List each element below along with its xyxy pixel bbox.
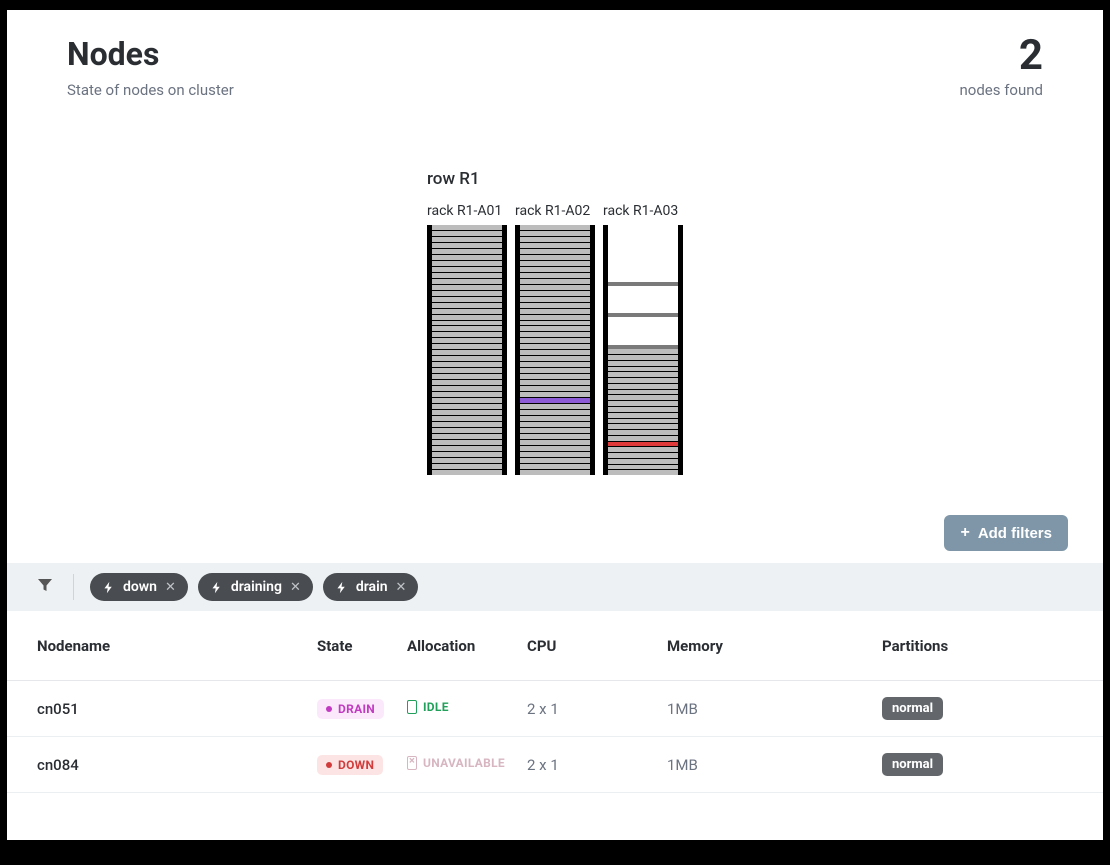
filter-chips: down ✕ draining ✕ drain ✕	[90, 573, 418, 601]
rack-column: rack R1-A02	[515, 203, 595, 475]
page-header: Nodes State of nodes on cluster 2 nodes …	[7, 10, 1103, 99]
filter-chip-label: drain	[356, 579, 388, 595]
memory-value: 1MB	[667, 700, 882, 718]
col-memory: Memory	[667, 637, 882, 655]
col-nodename: Nodename	[37, 637, 317, 655]
table-body: cn051 DRAIN IDLE 2 x 1 1MB normal cn084 …	[7, 681, 1103, 793]
rack-label: rack R1-A02	[515, 203, 595, 219]
page-subtitle: State of nodes on cluster	[67, 81, 234, 99]
rack-label: rack R1-A03	[603, 203, 683, 219]
cpu-value: 2 x 1	[527, 756, 667, 774]
rack-slot[interactable]	[608, 309, 678, 318]
rack-column: rack R1-A01	[427, 203, 507, 475]
rack-diagram: row R1 rack R1-A01 rack R1-A02 rack R1-A03	[7, 169, 1103, 475]
filter-icon	[37, 577, 53, 597]
bolt-icon	[210, 581, 223, 594]
table-header: Nodename State Allocation CPU Memory Par…	[7, 611, 1103, 681]
table-row: cn051 DRAIN IDLE 2 x 1 1MB normal	[7, 681, 1103, 737]
header-left: Nodes State of nodes on cluster	[67, 35, 234, 99]
rack-slot[interactable]	[520, 470, 590, 475]
allocation-icon	[407, 756, 417, 770]
rack[interactable]	[603, 225, 683, 475]
remove-filter-icon[interactable]: ✕	[396, 580, 407, 595]
partition-badge[interactable]: normal	[882, 753, 943, 776]
add-filters-label: Add filters	[978, 525, 1052, 542]
add-filters-button[interactable]: + Add filters	[944, 515, 1068, 551]
cpu-value: 2 x 1	[527, 700, 667, 718]
filter-chip[interactable]: drain ✕	[323, 573, 419, 601]
filter-chip[interactable]: draining ✕	[198, 573, 313, 601]
rack-row-title: row R1	[427, 169, 683, 189]
remove-filter-icon[interactable]: ✕	[165, 580, 176, 595]
state-dot-icon	[326, 762, 332, 768]
rack-column: rack R1-A03	[603, 203, 683, 475]
rack[interactable]	[515, 225, 595, 475]
header-right: 2 nodes found	[960, 35, 1044, 99]
rack-label: rack R1-A01	[427, 203, 507, 219]
bolt-icon	[102, 581, 115, 594]
page-title: Nodes	[67, 35, 234, 73]
rack-row: rack R1-A01 rack R1-A02 rack R1-A03	[427, 203, 683, 475]
rack-slot[interactable]	[608, 341, 678, 350]
filter-chip-label: draining	[231, 579, 282, 595]
nodes-table: Nodename State Allocation CPU Memory Par…	[7, 611, 1103, 793]
filter-bar: down ✕ draining ✕ drain ✕	[7, 563, 1103, 611]
rack-slot[interactable]	[608, 277, 678, 286]
filter-chip-label: down	[123, 579, 157, 595]
table-row: cn084 DOWN UNAVAILABLE 2 x 1 1MB normal	[7, 737, 1103, 793]
allocation-badge: UNAVAILABLE	[407, 756, 505, 770]
col-cpu: CPU	[527, 637, 667, 655]
nodes-count-label: nodes found	[960, 81, 1044, 99]
node-link[interactable]: cn051	[37, 700, 79, 718]
remove-filter-icon[interactable]: ✕	[290, 580, 301, 595]
actions-row: + Add filters	[7, 475, 1103, 563]
separator	[73, 574, 74, 600]
plus-icon: +	[960, 524, 969, 542]
filter-chip[interactable]: down ✕	[90, 573, 188, 601]
nodes-count: 2	[960, 35, 1044, 77]
col-partitions: Partitions	[882, 637, 1073, 655]
memory-value: 1MB	[667, 756, 882, 774]
page-frame: Nodes State of nodes on cluster 2 nodes …	[7, 10, 1103, 840]
allocation-icon	[407, 700, 417, 714]
col-state: State	[317, 637, 407, 655]
state-dot-icon	[326, 706, 332, 712]
rack-slot[interactable]	[432, 470, 502, 475]
rack-slot[interactable]	[608, 470, 678, 475]
allocation-badge: IDLE	[407, 700, 449, 714]
bolt-icon	[335, 581, 348, 594]
partition-badge[interactable]: normal	[882, 697, 943, 720]
state-badge: DOWN	[317, 755, 383, 775]
col-allocation: Allocation	[407, 637, 527, 655]
rack[interactable]	[427, 225, 507, 475]
node-link[interactable]: cn084	[37, 756, 79, 774]
state-badge: DRAIN	[317, 699, 384, 719]
